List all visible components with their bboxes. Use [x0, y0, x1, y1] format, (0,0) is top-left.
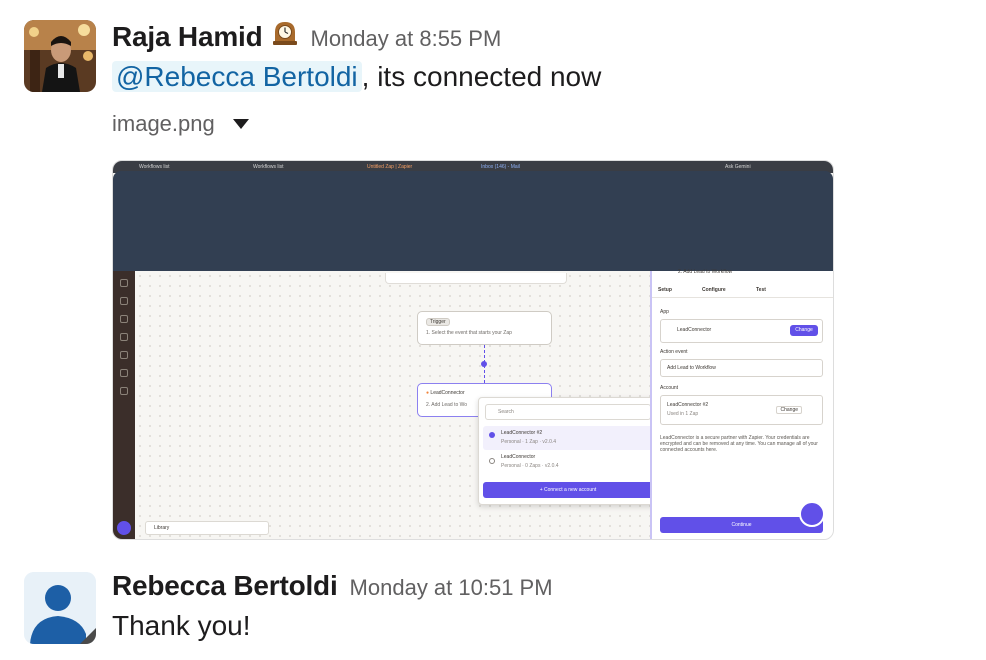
avatar-rebecca[interactable]: [24, 572, 96, 644]
message-text: Thank you!: [112, 610, 251, 641]
message-body: , its connected now: [361, 61, 602, 92]
account-label: Account: [660, 385, 679, 391]
security-note: LeadConnector is a secure partner with Z…: [660, 435, 818, 453]
dropdown-search: Search: [498, 409, 514, 415]
panel-title: 2. Add Lead to Workflow: [678, 269, 733, 275]
mantelpiece-clock-icon: [271, 18, 299, 46]
trigger-node: Trigger 1. Select the event that starts …: [417, 311, 552, 345]
trigger-text: 1. Select the event that starts your Zap: [426, 330, 512, 336]
dropdown-account-detail: Personal · 0 Zaps · v2.0.4: [501, 463, 559, 469]
dropdown-account-detail: Personal · 1 Zap · v2.0.4: [501, 439, 557, 445]
event-label: Action event: [660, 349, 688, 355]
browser-tab: Workflows list: [253, 164, 284, 170]
chevron-down-icon[interactable]: [232, 119, 249, 129]
continue-button: Continue: [660, 517, 823, 533]
sender-name[interactable]: Rebecca Bertoldi: [112, 570, 338, 602]
attachment-filename: image.png: [112, 111, 215, 136]
timestamp[interactable]: Monday at 8:55 PM: [311, 26, 502, 52]
trigger-badge: Trigger: [426, 318, 450, 326]
account-detail: Used in 1 Zap: [667, 411, 699, 417]
app-label: App: [660, 309, 669, 315]
dropdown-account: LeadConnector: [501, 454, 536, 460]
ask-gemini-button: Ask Gemini: [725, 164, 751, 170]
browser-tab: Workflows list: [139, 164, 170, 170]
redaction-block: [113, 171, 833, 271]
step-panel: 2. Add Lead to Workflow Setup Configure …: [650, 269, 833, 539]
sender-name[interactable]: Raja Hamid: [112, 21, 263, 53]
tab-test: Test: [756, 287, 766, 293]
chat-bubble-icon: [799, 501, 825, 527]
dropdown-account: LeadConnector #2: [501, 430, 543, 436]
user-mention[interactable]: @Rebecca Bertoldi: [112, 61, 362, 92]
attachment-image[interactable]: Workflows list Workflows list Untitled Z…: [112, 160, 834, 540]
action-text: 2. Add Lead to Wo: [426, 402, 468, 408]
default-user-icon: [24, 572, 96, 644]
event-value: Add Lead to Workflow: [667, 365, 716, 371]
tab-setup: Setup: [658, 287, 672, 293]
account-change-button: Change: [776, 406, 802, 414]
browser-tab: Untitled Zap | Zapier: [367, 164, 413, 170]
account-dropdown: Search LeadConnector #2 Personal · 1 Zap…: [478, 397, 658, 505]
app-change-button: Change: [790, 325, 818, 336]
action-app: LeadConnector: [430, 390, 465, 396]
avatar-photo: [24, 20, 96, 92]
screenshot-sidebar: [113, 271, 135, 539]
connect-account-button: + Connect a new account: [483, 482, 653, 498]
browser-tab: Inbox (146) - Mail: [481, 164, 520, 170]
account-name: LeadConnector #2: [667, 402, 709, 408]
tab-configure: Configure: [702, 287, 726, 293]
message-text: @Rebecca Bertoldi, its connected now: [112, 61, 601, 93]
timestamp[interactable]: Monday at 10:51 PM: [350, 575, 553, 601]
app-value: LeadConnector: [677, 327, 712, 333]
avatar-raja[interactable]: [24, 20, 96, 92]
library-button: Library: [154, 525, 170, 531]
attachment-header: image.png: [112, 111, 601, 137]
